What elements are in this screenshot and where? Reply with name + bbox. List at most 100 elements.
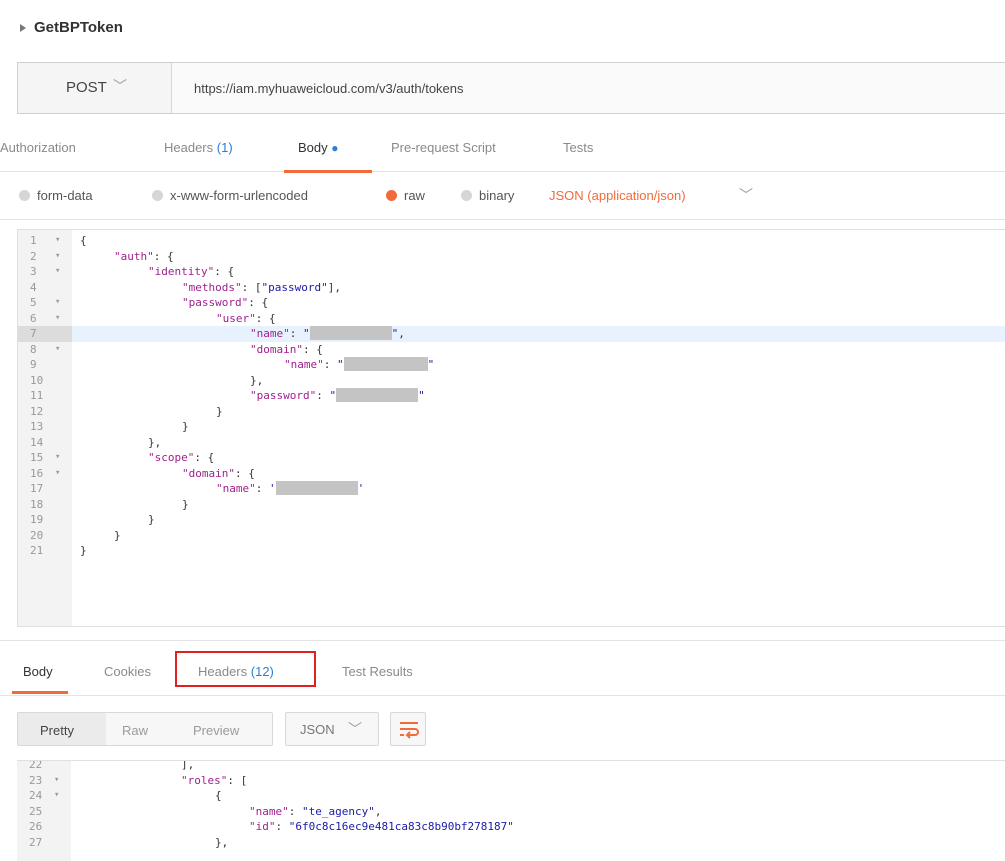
tab-tests[interactable]: Tests (563, 140, 593, 172)
redacted-value (343, 357, 428, 371)
code-line: 18} (18, 497, 1005, 513)
code-text: }, (215, 835, 228, 851)
radio-circle-icon (152, 190, 163, 201)
code-token: : (288, 804, 302, 818)
tab-label: Cookies (104, 664, 151, 679)
code-token: } (182, 420, 189, 433)
code-token: " (337, 358, 344, 371)
fold-arrow-icon[interactable]: ▾ (55, 233, 60, 249)
line-number: 18 (30, 497, 44, 511)
tab-headers[interactable]: Headers (1) (164, 140, 233, 172)
response-body-viewer[interactable]: 22], 23 ▾ "roles": [24 ▾{25 "name": "te_agenc… (17, 760, 1005, 861)
code-token: { (80, 234, 87, 247)
radio-form-data[interactable]: form-data (19, 188, 93, 206)
code-text: } (148, 512, 155, 528)
code-text: "auth": { (114, 249, 174, 265)
line-number: 17 (30, 482, 44, 495)
code-token: "name" (249, 804, 289, 818)
view-preview-button[interactable]: Preview (193, 723, 239, 738)
code-text: ], (181, 761, 194, 773)
code-text: }, (250, 373, 263, 389)
tab-pre-request-script[interactable]: Pre-request Script (391, 140, 496, 172)
code-token: : (275, 820, 289, 833)
redacted-value (309, 326, 392, 340)
caret-right-icon[interactable] (20, 24, 26, 32)
request-body-editor[interactable]: 1 ▾{2 ▾ "auth": {3 ▾ "identity": {4 "methods":… (17, 229, 1005, 627)
tab-label: Authorization (0, 140, 76, 155)
code-text: "user": { (216, 311, 276, 327)
modified-dot-icon: ● (331, 141, 339, 155)
code-line: 11 "password": " " (18, 388, 1005, 404)
radio-x-www-form-urlencoded[interactable]: x-www-form-urlencoded (152, 188, 308, 206)
active-tab-indicator (12, 691, 68, 694)
tab-body[interactable]: Body ● (284, 140, 372, 173)
response-toolbar: Pretty Raw Preview JSON ﹀ (0, 696, 1005, 760)
format-label: JSON (300, 722, 335, 737)
tab-label: Test Results (342, 664, 413, 679)
view-pretty-button[interactable]: Pretty (40, 723, 74, 738)
fold-arrow-icon[interactable]: ▾ (54, 773, 59, 789)
tab-response-cookies[interactable]: Cookies (104, 664, 151, 679)
code-token: "domain" (250, 342, 303, 356)
code-line: 4 "methods": ["password"], (18, 280, 1005, 296)
wrap-lines-icon (400, 722, 419, 739)
redacted-value (275, 481, 358, 495)
code-token: "te_agency" (302, 804, 375, 818)
code-token: "name" (284, 358, 324, 371)
fold-arrow-icon[interactable]: ▾ (55, 249, 60, 265)
code-text: } (80, 543, 87, 559)
code-text: }, (148, 435, 161, 451)
fold-arrow-icon[interactable]: ▾ (55, 342, 60, 358)
code-text: "methods": ["password"], (182, 280, 341, 296)
code-token: : (323, 358, 337, 371)
view-raw-button[interactable]: Raw (122, 723, 148, 738)
content-type-select[interactable]: JSON (application/json) (549, 188, 686, 203)
chevron-down-icon: ﹀ (348, 721, 362, 737)
fold-arrow-icon[interactable]: ▾ (55, 295, 60, 311)
code-text: "roles": [ (181, 773, 247, 789)
fold-arrow-icon[interactable]: ▾ (55, 466, 60, 482)
line-number: 22 (29, 760, 43, 771)
code-token: "id" (249, 820, 276, 833)
code-token: "identity" (148, 265, 215, 278)
line-number: 26 (29, 820, 43, 833)
code-line: 12} (18, 404, 1005, 420)
code-text: } (114, 528, 121, 544)
fold-arrow-icon[interactable]: ▾ (54, 788, 59, 804)
chevron-down-icon[interactable]: ﹀ (739, 185, 753, 205)
code-line: 26 "id": "6f0c8c16ec9e481ca83c8b90bf27818… (17, 819, 1005, 835)
code-token: }, (215, 835, 229, 849)
wrap-lines-button[interactable] (390, 712, 426, 746)
code-token: "password" (250, 389, 317, 402)
method-select[interactable]: POST ﹀ (18, 63, 172, 113)
request-title-row[interactable]: GetBPToken (0, 0, 1005, 56)
code-text: "scope": { (148, 450, 214, 466)
tab-response-body[interactable]: Body (23, 664, 53, 679)
code-token: "scope" (148, 451, 195, 464)
response-format-select[interactable]: JSON ﹀ (285, 712, 379, 746)
code-token: "auth" (114, 249, 154, 263)
code-token: } (80, 544, 87, 557)
radio-binary[interactable]: binary (461, 188, 514, 206)
code-token: "methods" (182, 280, 242, 294)
fold-arrow-icon[interactable]: ▾ (55, 264, 60, 280)
code-token: : { (153, 249, 174, 263)
url-input[interactable]: https://iam.myhuaweicloud.com/v3/auth/to… (194, 81, 464, 96)
code-line: 10}, (18, 373, 1005, 389)
radio-label: raw (404, 188, 425, 203)
radio-label: binary (479, 188, 515, 203)
fold-arrow-icon[interactable]: ▾ (55, 450, 60, 466)
radio-raw[interactable]: raw (386, 188, 425, 206)
tab-authorization[interactable]: Authorization (0, 140, 76, 172)
tab-response-test-results[interactable]: Test Results (342, 664, 413, 679)
code-text: { (215, 788, 222, 804)
fold-arrow-icon[interactable]: ▾ (55, 311, 60, 327)
tab-label: Headers (164, 140, 214, 155)
code-text: } (216, 404, 223, 420)
tab-response-headers[interactable]: Headers (12) (198, 664, 274, 679)
code-text: "name": " " (284, 357, 434, 373)
tab-label: Pre-request Script (391, 140, 496, 155)
line-number: 4 (30, 280, 37, 294)
code-token: : { (302, 342, 323, 356)
request-tabs: Authorization Headers (1) Body ● Pre-req… (0, 124, 1005, 173)
